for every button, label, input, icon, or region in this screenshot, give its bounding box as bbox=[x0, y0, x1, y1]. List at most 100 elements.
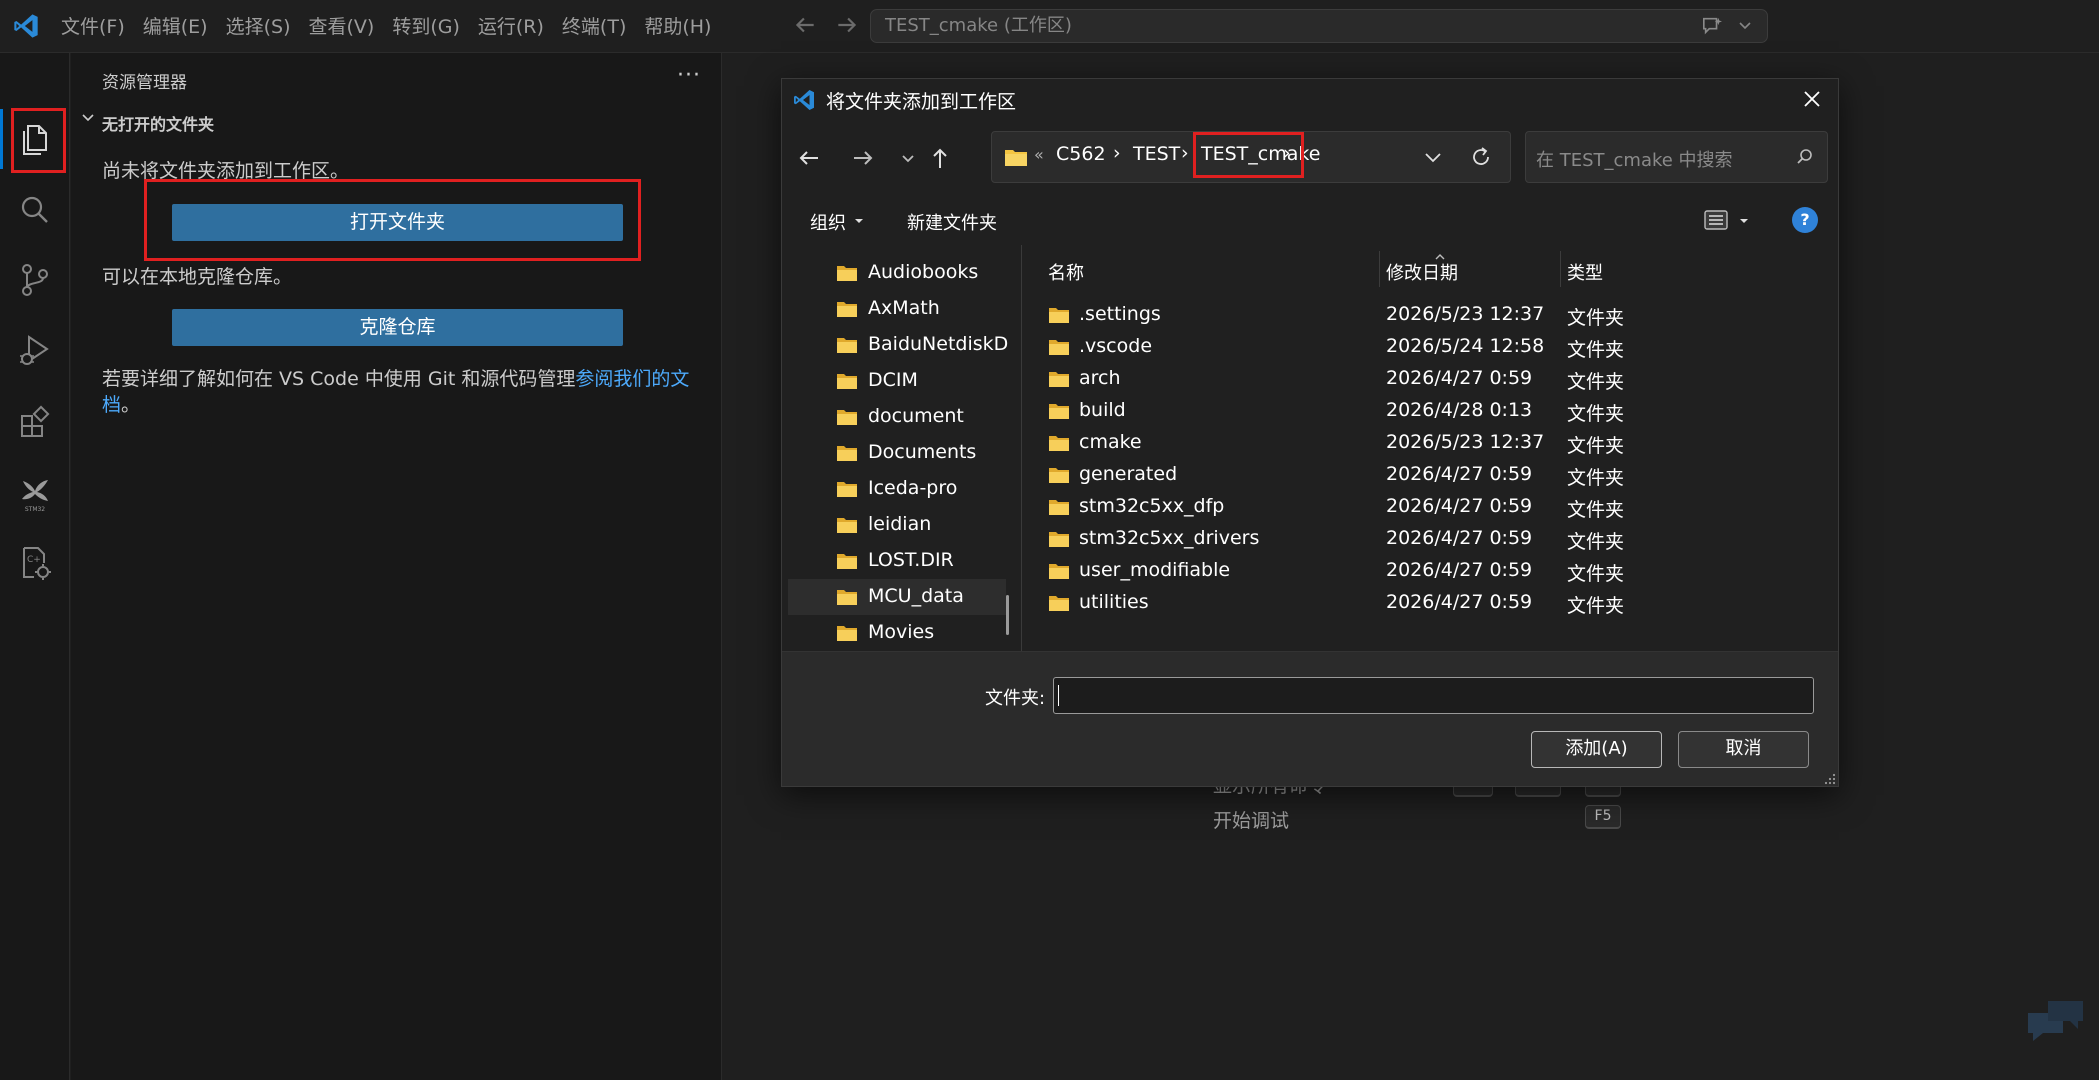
vscode-logo-icon[interactable] bbox=[12, 12, 40, 40]
column-divider[interactable] bbox=[1379, 251, 1380, 287]
copilot-chat-icon[interactable] bbox=[1701, 16, 1723, 36]
menu-help[interactable]: 帮助(H) bbox=[635, 9, 720, 45]
file-modified-date: 2026/5/24 12:58 bbox=[1386, 335, 1545, 357]
chevron-down-icon[interactable] bbox=[1422, 147, 1444, 167]
close-icon[interactable] bbox=[1801, 88, 1823, 110]
folder-icon bbox=[837, 482, 857, 497]
dialog-title-bar[interactable]: 将文件夹添加到工作区 bbox=[782, 79, 1838, 119]
menu-run[interactable]: 运行(R) bbox=[469, 9, 553, 45]
command-bar: 组织 新建文件夹 ? bbox=[782, 195, 1838, 245]
recent-locations-chevron-icon[interactable] bbox=[893, 143, 923, 173]
folder-icon bbox=[837, 518, 857, 533]
run-debug-icon[interactable] bbox=[15, 331, 55, 371]
search-icon[interactable] bbox=[1796, 148, 1814, 166]
breadcrumb-test[interactable]: TEST bbox=[1133, 143, 1180, 165]
file-modified-date: 2026/5/23 12:37 bbox=[1386, 303, 1545, 325]
menu-file[interactable]: 文件(F) bbox=[52, 9, 134, 45]
new-folder-button[interactable]: 新建文件夹 bbox=[907, 209, 997, 235]
breadcrumb-c562[interactable]: C562 bbox=[1056, 143, 1106, 165]
breadcrumb-separator[interactable]: › bbox=[1113, 142, 1121, 164]
column-header-date[interactable]: 修改日期 bbox=[1386, 259, 1458, 285]
nav-item[interactable]: leidian bbox=[788, 507, 1006, 543]
refresh-icon[interactable] bbox=[1469, 145, 1493, 169]
arrow-right-icon[interactable] bbox=[834, 12, 860, 38]
column-header-name[interactable]: 名称 bbox=[1048, 259, 1084, 285]
caret-down-icon[interactable] bbox=[1739, 217, 1749, 225]
file-name: stm32c5xx_dfp bbox=[1079, 495, 1225, 517]
file-row[interactable]: .vscode 2026/5/24 12:58 文件夹 bbox=[1024, 331, 1836, 363]
file-row[interactable]: .settings 2026/5/23 12:37 文件夹 bbox=[1024, 299, 1836, 331]
command-center[interactable]: TEST_cmake (工作区) bbox=[870, 9, 1768, 43]
breadcrumb-separator[interactable]: › bbox=[1181, 142, 1189, 164]
dialog-title: 将文件夹添加到工作区 bbox=[826, 91, 1017, 113]
file-row[interactable]: build 2026/4/28 0:13 文件夹 bbox=[1024, 395, 1836, 427]
source-control-icon[interactable] bbox=[15, 260, 55, 300]
nav-item[interactable]: Iceda-pro bbox=[788, 471, 1006, 507]
nav-item[interactable]: DCIM bbox=[788, 363, 1006, 399]
cancel-button[interactable]: 取消 bbox=[1678, 731, 1809, 768]
menu-view[interactable]: 查看(V) bbox=[300, 9, 384, 45]
file-row[interactable]: utilities 2026/4/27 0:59 文件夹 bbox=[1024, 587, 1836, 619]
section-title-no-folder[interactable]: 无打开的文件夹 bbox=[102, 111, 214, 135]
folder-icon bbox=[1049, 340, 1069, 355]
resize-grip-icon[interactable] bbox=[1824, 773, 1836, 785]
caret-down-icon[interactable] bbox=[854, 217, 864, 225]
file-row[interactable]: stm32c5xx_drivers 2026/4/27 0:59 文件夹 bbox=[1024, 523, 1836, 555]
file-modified-date: 2026/5/23 12:37 bbox=[1386, 431, 1545, 453]
file-row[interactable]: generated 2026/4/27 0:59 文件夹 bbox=[1024, 459, 1836, 491]
nav-item[interactable]: BaiduNetdiskD bbox=[788, 327, 1008, 363]
forward-arrow-icon[interactable] bbox=[848, 143, 878, 173]
vertical-scrollbar[interactable] bbox=[1006, 595, 1009, 635]
nav-item[interactable]: AxMath bbox=[788, 291, 1006, 327]
file-modified-date: 2026/4/27 0:59 bbox=[1386, 527, 1533, 549]
search-box[interactable]: 在 TEST_cmake 中搜索 bbox=[1525, 131, 1828, 183]
address-bar[interactable]: « C562 › TEST › TEST_cmake › bbox=[991, 131, 1511, 183]
nav-item[interactable]: Documents bbox=[788, 435, 1006, 471]
nav-item[interactable]: Audiobooks bbox=[788, 255, 1006, 291]
file-row[interactable]: cmake 2026/5/23 12:37 文件夹 bbox=[1024, 427, 1836, 459]
nav-item[interactable]: Movies bbox=[788, 615, 1006, 651]
stm32-icon[interactable]: STM32 bbox=[15, 473, 55, 513]
extensions-icon[interactable] bbox=[15, 403, 55, 443]
file-row[interactable]: stm32c5xx_dfp 2026/4/27 0:59 文件夹 bbox=[1024, 491, 1836, 523]
stm32-label: STM32 bbox=[25, 506, 45, 513]
menu-terminal[interactable]: 终端(T) bbox=[553, 9, 635, 45]
menu-selection[interactable]: 选择(S) bbox=[217, 9, 300, 45]
nav-item[interactable]: MCU_data bbox=[788, 579, 1006, 615]
file-modified-date: 2026/4/28 0:13 bbox=[1386, 399, 1533, 421]
view-options-icon[interactable] bbox=[1703, 209, 1729, 231]
activity-bar: STM32 C+ bbox=[0, 53, 70, 1080]
add-button[interactable]: 添加(A) bbox=[1531, 731, 1662, 768]
folder-icon bbox=[1049, 468, 1069, 483]
file-type: 文件夹 bbox=[1567, 531, 1625, 553]
file-row[interactable]: user_modifiable 2026/4/27 0:59 文件夹 bbox=[1024, 555, 1836, 587]
search-icon[interactable] bbox=[15, 191, 55, 231]
nav-item[interactable]: document bbox=[788, 399, 1006, 435]
folder-icon bbox=[1049, 308, 1069, 323]
folder-icon bbox=[837, 626, 857, 641]
settings-sync-icon[interactable]: C+ bbox=[15, 543, 55, 583]
explorer-highlight-box bbox=[11, 108, 66, 173]
folder-name-input[interactable] bbox=[1053, 677, 1814, 714]
breadcrumb-overflow[interactable]: « bbox=[1034, 145, 1044, 164]
organize-menu[interactable]: 组织 bbox=[810, 209, 846, 235]
file-type: 文件夹 bbox=[1567, 563, 1625, 585]
file-name: generated bbox=[1079, 463, 1178, 485]
chevron-down-icon[interactable] bbox=[79, 109, 97, 127]
column-header-type[interactable]: 类型 bbox=[1567, 259, 1603, 285]
column-divider[interactable] bbox=[1560, 251, 1561, 287]
more-actions-icon[interactable]: ··· bbox=[677, 63, 701, 88]
chevron-down-icon[interactable] bbox=[1737, 14, 1753, 36]
clone-repository-button[interactable]: 克隆仓库 bbox=[172, 309, 623, 346]
start-debugging-label[interactable]: 开始调试 bbox=[1213, 806, 1289, 833]
nav-item[interactable]: LOST.DIR bbox=[788, 543, 1006, 579]
menu-edit[interactable]: 编辑(E) bbox=[134, 9, 217, 45]
up-arrow-icon[interactable] bbox=[925, 143, 955, 173]
file-row[interactable]: arch 2026/4/27 0:59 文件夹 bbox=[1024, 363, 1836, 395]
docs-text: 若要详细了解如何在 VS Code 中使用 Git 和源代码管理 bbox=[102, 368, 576, 390]
menu-go[interactable]: 转到(G) bbox=[383, 9, 469, 45]
file-name: arch bbox=[1079, 367, 1121, 389]
back-arrow-icon[interactable] bbox=[794, 143, 824, 173]
help-icon[interactable]: ? bbox=[1792, 207, 1818, 233]
arrow-left-icon[interactable] bbox=[792, 12, 818, 38]
